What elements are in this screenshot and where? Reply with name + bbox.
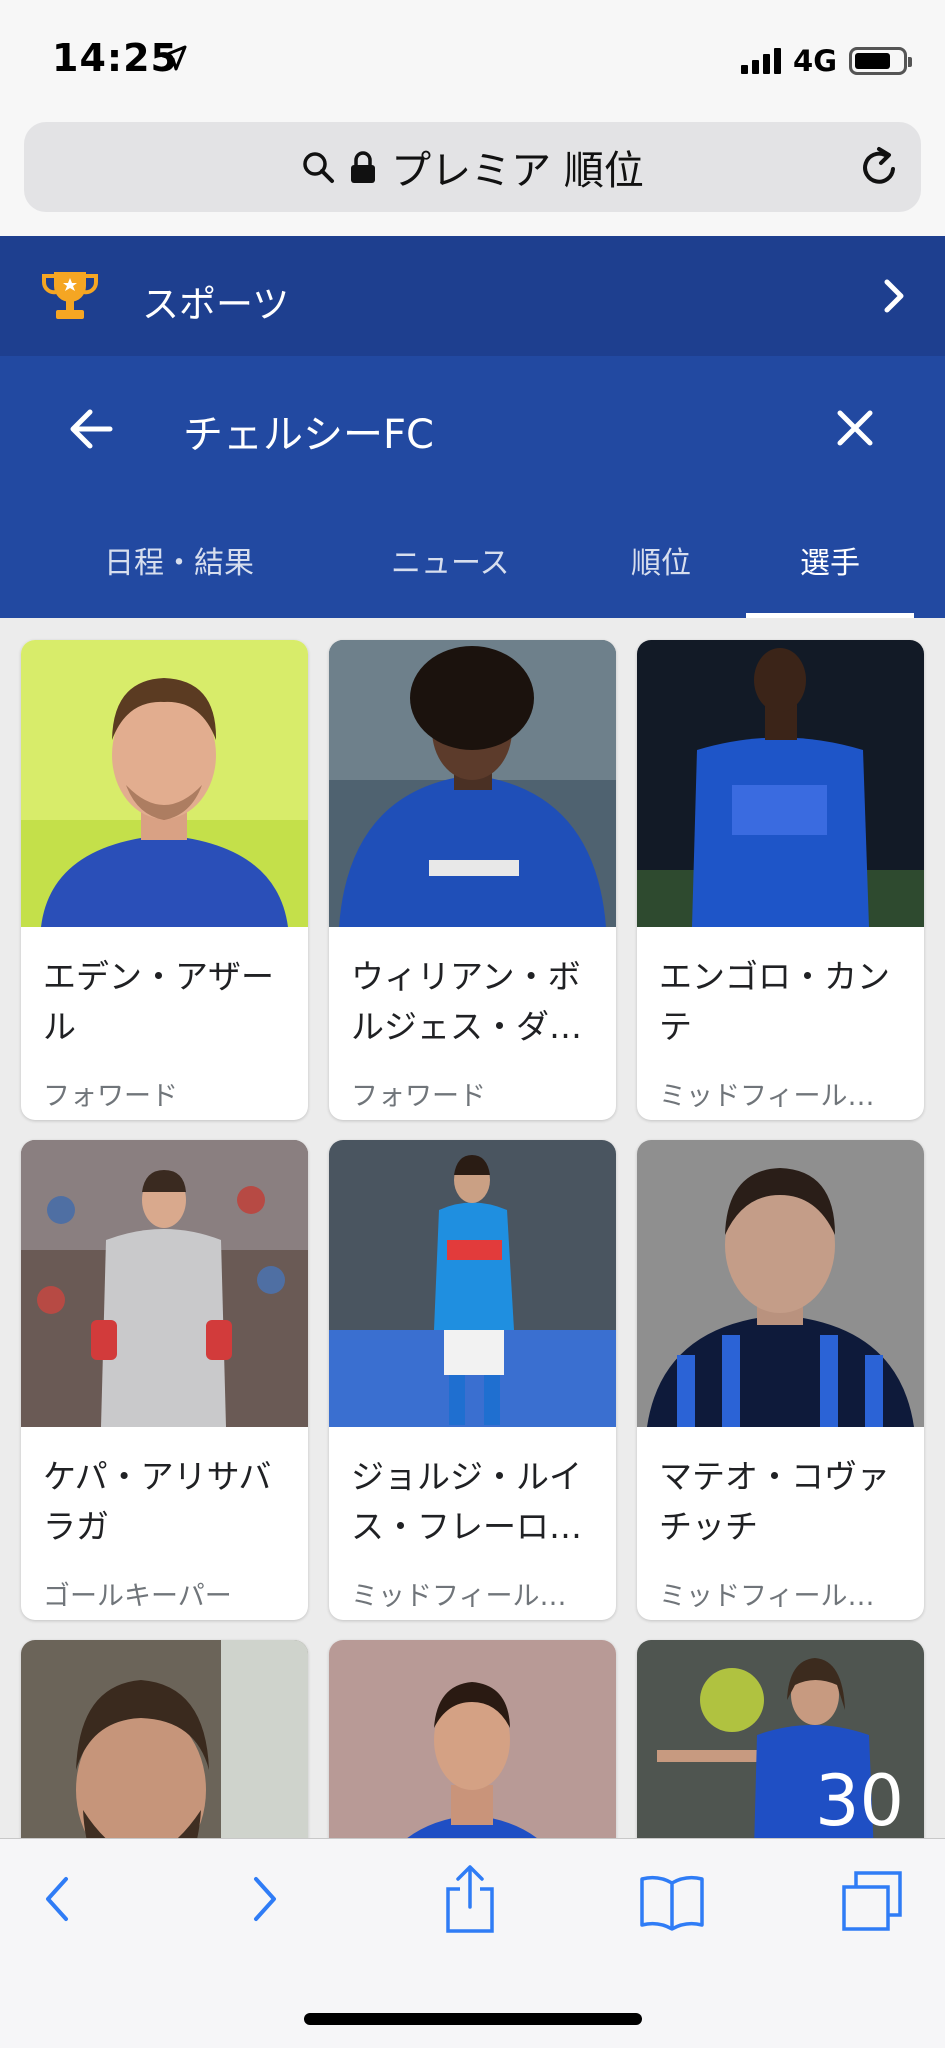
player-position: ミッドフィール…	[659, 1081, 875, 1112]
sports-header[interactable]: スポーツ	[0, 236, 945, 356]
back-arrow-icon[interactable]	[68, 406, 114, 452]
player-photo	[21, 1140, 308, 1427]
player-photo	[21, 1640, 308, 1838]
player-photo	[637, 1140, 924, 1427]
tab-players[interactable]: 選手	[800, 538, 860, 582]
player-position: フォワード	[43, 1081, 178, 1112]
player-position: ミッドフィール…	[659, 1581, 875, 1612]
back-chevron-icon[interactable]	[38, 1869, 74, 1929]
location-arrow-icon	[161, 45, 187, 71]
share-icon[interactable]	[442, 1863, 498, 1935]
player-photo: 30	[637, 1640, 924, 1838]
reload-icon[interactable]	[857, 145, 901, 189]
player-card[interactable]: ジョルジ・ルイス・フレーロ… ミッドフィール…	[329, 1140, 616, 1620]
tab-bar: 日程・結果 ニュース 順位 選手	[0, 516, 945, 618]
home-indicator	[304, 2013, 642, 2025]
player-card[interactable]: エデン・アザール フォワード	[21, 640, 308, 1120]
player-name: ジョルジ・ルイス・フレーロ…	[351, 1457, 582, 1546]
network-type: 4G	[793, 44, 837, 78]
player-position: ミッドフィール…	[351, 1581, 567, 1612]
player-name: エンゴロ・カンテ	[659, 957, 890, 1046]
battery-icon	[849, 47, 912, 75]
player-name: ウィリアン・ボルジェス・ダ…	[351, 957, 582, 1046]
trophy-icon	[42, 272, 98, 319]
player-name: マテオ・コヴァチッチ	[659, 1457, 890, 1546]
status-bar: 14:25 4G	[0, 0, 945, 112]
team-header: チェルシーFC 日程・結果 ニュース 順位 選手	[0, 356, 945, 618]
player-name: エデン・アザール	[43, 957, 274, 1046]
player-position: ゴールキーパー	[43, 1581, 232, 1612]
player-photo	[329, 1640, 616, 1838]
url-bar-area: プレミア 順位	[0, 112, 945, 236]
signal-icon	[741, 48, 782, 74]
sports-label: スポーツ	[142, 283, 290, 326]
tabs-icon[interactable]	[840, 1869, 906, 1933]
browser-toolbar	[0, 1838, 945, 2048]
player-card[interactable]: ウィリアン・ボルジェス・ダ… フォワード	[329, 640, 616, 1120]
player-card[interactable]: ケパ・アリサバラガ ゴールキーパー	[21, 1140, 308, 1620]
tab-schedule-results[interactable]: 日程・結果	[104, 538, 254, 582]
player-card[interactable]: マテオ・コヴァチッチ ミッドフィール…	[637, 1140, 924, 1620]
player-card[interactable]	[329, 1640, 616, 1838]
player-card[interactable]: エンゴロ・カンテ ミッドフィール…	[637, 640, 924, 1120]
url-bar[interactable]: プレミア 順位	[24, 122, 921, 212]
search-icon	[303, 152, 335, 183]
player-name: ケパ・アリサバラガ	[43, 1457, 272, 1546]
player-card[interactable]	[21, 1640, 308, 1838]
forward-chevron-icon[interactable]	[248, 1869, 284, 1929]
player-photo	[329, 1140, 616, 1427]
url-text: プレミア 順位	[391, 148, 644, 194]
player-photo	[329, 640, 616, 927]
tab-standings[interactable]: 順位	[631, 538, 691, 582]
bookmarks-icon[interactable]	[638, 1873, 706, 1931]
player-grid: エデン・アザール フォワード ウィリアン・ボルジェス・ダ… フォワード エンゴロ…	[0, 618, 945, 1838]
chevron-right-icon	[884, 279, 904, 313]
player-card[interactable]: 30	[637, 1640, 924, 1838]
player-photo	[637, 640, 924, 927]
team-name: チェルシーFC	[183, 412, 434, 458]
tab-news[interactable]: ニュース	[391, 538, 510, 582]
player-position: フォワード	[351, 1081, 486, 1112]
svg-text:30: 30	[815, 1760, 904, 1838]
close-icon[interactable]	[835, 408, 875, 448]
lock-icon	[351, 151, 376, 183]
player-photo	[21, 640, 308, 927]
